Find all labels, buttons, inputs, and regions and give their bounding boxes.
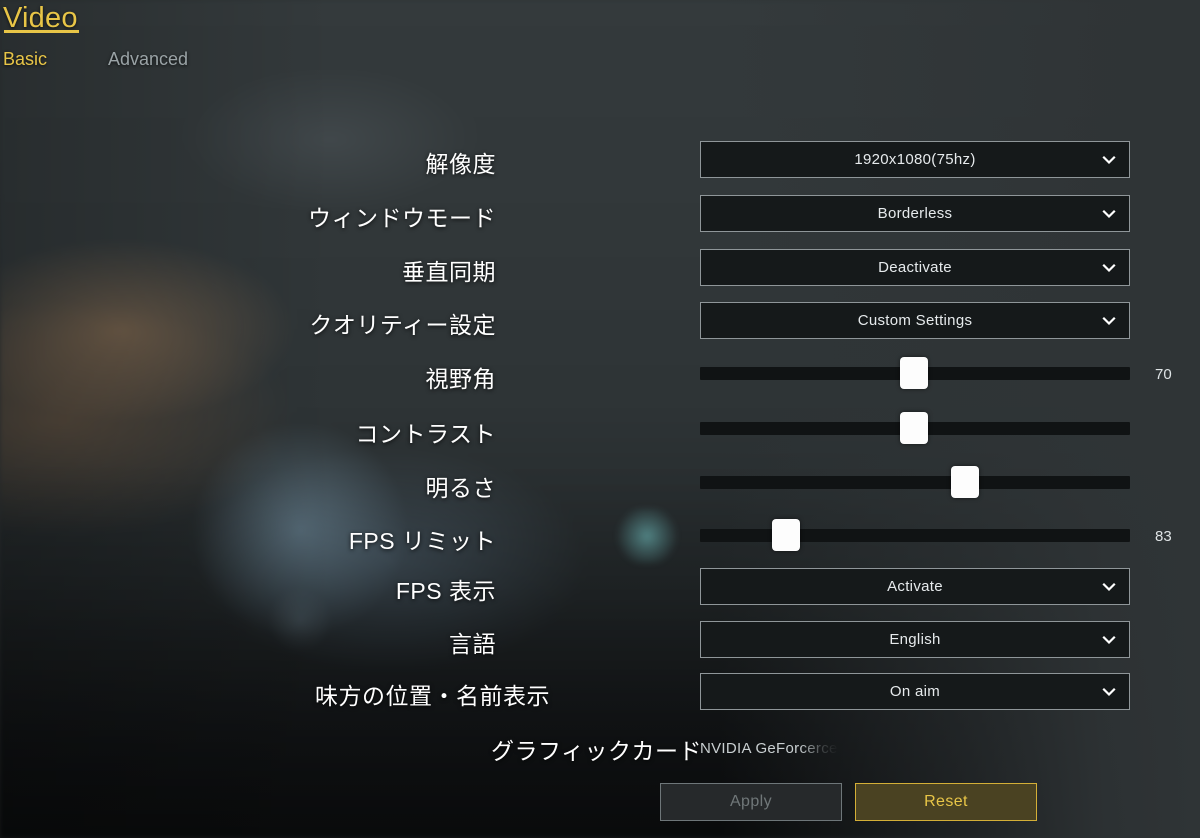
teammate-display-select[interactable]: On aim — [700, 673, 1130, 710]
window-mode-value: Borderless — [877, 205, 953, 222]
setting-label-fps-display: FPS 表示 — [395, 578, 496, 604]
chevron-down-icon — [1101, 152, 1117, 168]
setting-label-vsync: 垂直同期 — [402, 259, 496, 285]
setting-label-fov: 視野角 — [425, 366, 496, 392]
settings-list: 解像度 1920x1080(75hz) ウィンドウモード Borderless … — [0, 0, 1200, 838]
language-select[interactable]: English — [700, 621, 1130, 658]
vsync-value: Deactivate — [878, 259, 952, 276]
vsync-select[interactable]: Deactivate — [700, 249, 1130, 286]
fov-slider-handle[interactable] — [900, 357, 928, 389]
contrast-slider-handle[interactable] — [900, 412, 928, 444]
fps-limit-slider-track[interactable] — [700, 529, 1130, 542]
setting-label-teammate-display: 味方の位置・名前表示 — [315, 683, 550, 709]
setting-label-fps-limit: FPS リミット — [348, 528, 496, 554]
quality-preset-select[interactable]: Custom Settings — [700, 302, 1130, 339]
fov-slider-value: 70 — [1155, 366, 1172, 383]
fps-display-select[interactable]: Activate — [700, 568, 1130, 605]
fps-limit-slider-handle[interactable] — [772, 519, 800, 551]
chevron-down-icon — [1101, 684, 1117, 700]
setting-label-brightness: 明るさ — [425, 475, 496, 501]
reset-button[interactable]: Reset — [855, 783, 1037, 821]
chevron-down-icon — [1101, 206, 1117, 222]
setting-label-resolution: 解像度 — [425, 151, 496, 177]
chevron-down-icon — [1101, 632, 1117, 648]
setting-label-contrast: コントラスト — [355, 421, 496, 447]
resolution-value: 1920x1080(75hz) — [854, 151, 976, 168]
window-mode-select[interactable]: Borderless — [700, 195, 1130, 232]
brightness-slider-handle[interactable] — [951, 466, 979, 498]
language-value: English — [889, 631, 941, 648]
setting-label-language: 言語 — [449, 631, 496, 657]
fps-limit-slider-value: 83 — [1155, 528, 1172, 545]
setting-label-graphics-card: グラフィックカード — [490, 738, 702, 764]
teammate-display-value: On aim — [889, 683, 941, 700]
brightness-slider-track[interactable] — [700, 476, 1130, 489]
resolution-select[interactable]: 1920x1080(75hz) — [700, 141, 1130, 178]
chevron-down-icon — [1101, 260, 1117, 276]
fps-display-value: Activate — [887, 578, 943, 595]
setting-label-window-mode: ウィンドウモード — [308, 205, 496, 231]
chevron-down-icon — [1101, 579, 1117, 595]
apply-button[interactable]: Apply — [660, 783, 842, 821]
setting-label-quality-preset: クオリティー設定 — [309, 312, 496, 338]
quality-preset-value: Custom Settings — [857, 312, 973, 329]
graphics-card-value: NVIDIA GeForcerce — [700, 740, 838, 757]
chevron-down-icon — [1101, 313, 1117, 329]
